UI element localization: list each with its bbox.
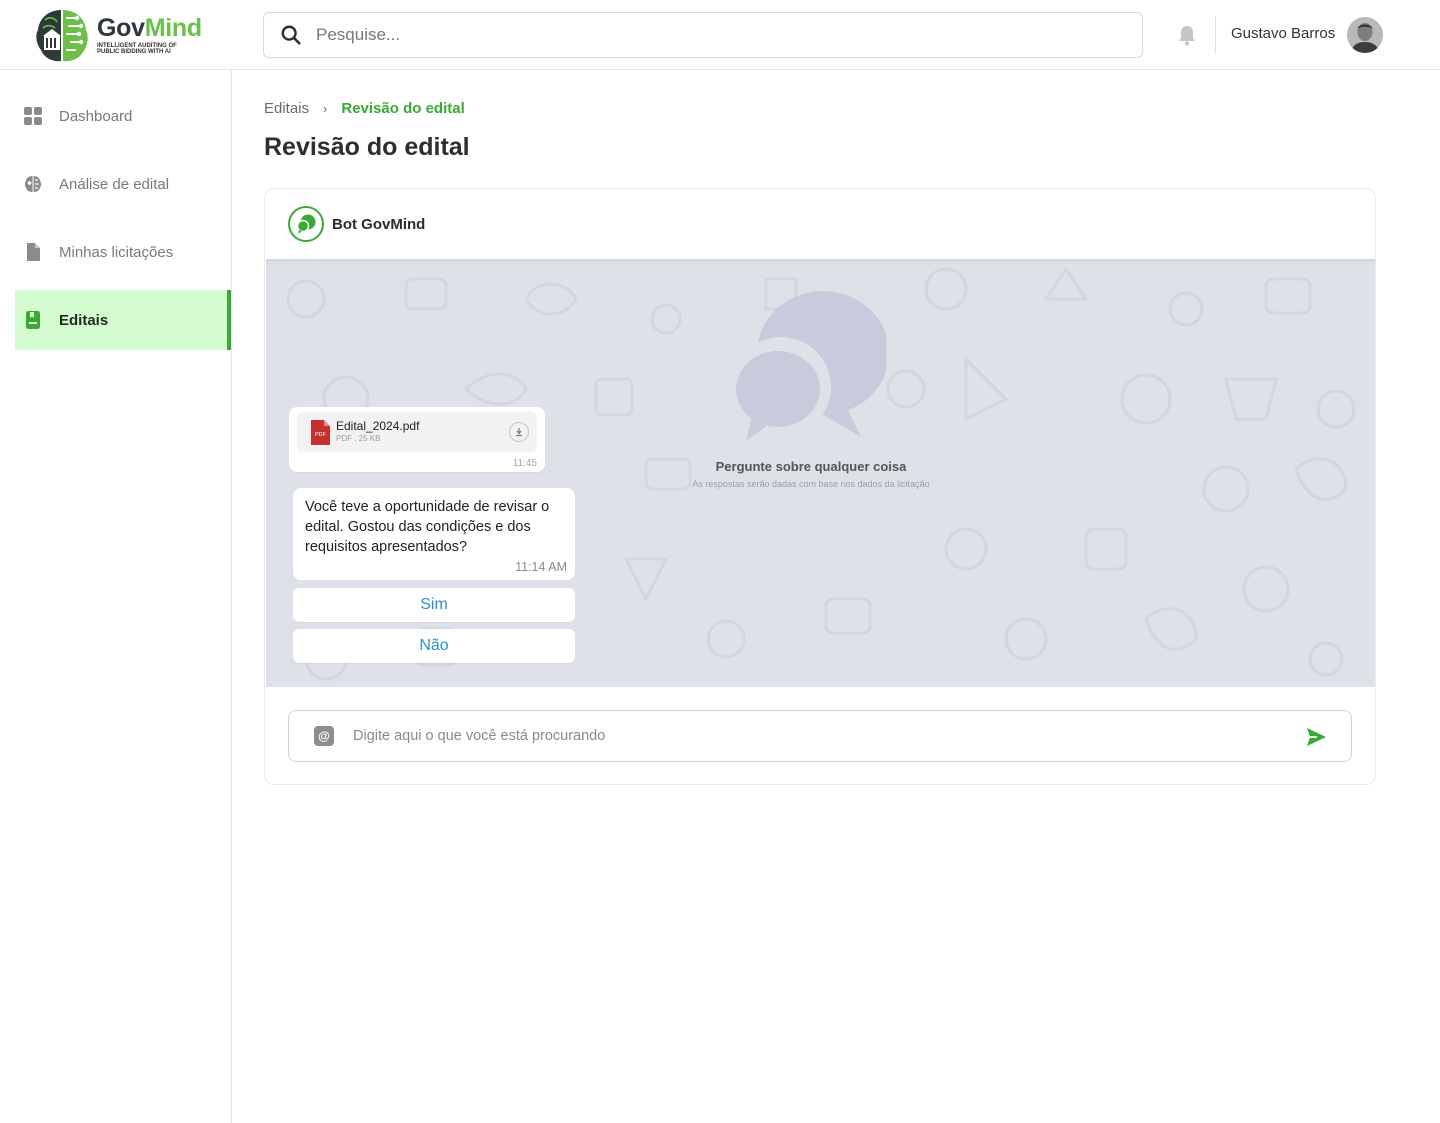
file-message-time: 11:45 xyxy=(512,458,537,469)
file-info: PDF . 25 KB xyxy=(336,434,381,443)
file-attachment[interactable]: PDF Edital_2024.pdf PDF . 25 KB xyxy=(297,412,537,452)
empty-state-subtitle: As respostas serão dadas com base nos da… xyxy=(692,479,930,489)
chevron-right-icon: › xyxy=(323,101,328,116)
bot-message-bubble: Você teve a oportunidade de revisar o ed… xyxy=(293,488,575,580)
send-icon[interactable] xyxy=(1305,726,1327,748)
search-bar[interactable] xyxy=(263,12,1143,58)
document-icon xyxy=(27,243,40,261)
chat-card: Bot GovMind Pergunte sobre qualquer cois… xyxy=(264,188,1376,785)
avatar[interactable] xyxy=(1347,17,1383,53)
chat-empty-state: Pergunte sobre qualquer coisa As respost… xyxy=(266,259,1375,687)
brain-icon xyxy=(24,176,42,192)
bot-message-text: Você teve a oportunidade de revisar o ed… xyxy=(305,499,550,555)
sidebar-item-dashboard[interactable]: Dashboard xyxy=(15,86,231,146)
header-divider xyxy=(1215,16,1216,54)
sidebar-item-label: Minhas licitações xyxy=(59,243,174,261)
breadcrumb: Editais › Revisão do edital xyxy=(264,100,465,117)
book-icon xyxy=(26,311,40,329)
at-sign-glyph: @ xyxy=(318,729,330,743)
bot-name: Bot GovMind xyxy=(332,215,426,233)
sidebar-item-label: Análise de edital xyxy=(59,175,170,193)
breadcrumb-editais-link[interactable]: Editais xyxy=(264,100,309,117)
page-title: Revisão do edital xyxy=(264,133,470,161)
pdf-file-icon: PDF xyxy=(311,419,330,445)
at-sign-icon[interactable]: @ xyxy=(314,726,334,746)
download-icon xyxy=(516,428,522,437)
breadcrumb-current: Revisão do edital xyxy=(341,100,465,117)
grid-icon xyxy=(24,107,42,125)
brain-logo-icon xyxy=(35,8,89,62)
download-button[interactable] xyxy=(509,422,529,442)
search-input[interactable] xyxy=(316,25,1096,45)
sidebar-item-minhas-licitacoes[interactable]: Minhas licitações xyxy=(15,222,231,282)
file-message-bubble: PDF Edital_2024.pdf PDF . 25 KB 11:45 xyxy=(289,407,545,472)
user-photo-icon xyxy=(1347,17,1383,53)
chat-bubbles-icon xyxy=(296,214,316,234)
pdf-icon-label: PDF xyxy=(315,432,327,438)
message-input-bar[interactable]: @ xyxy=(288,710,1352,762)
reply-nao-button[interactable]: Não xyxy=(293,629,575,663)
empty-state-title: Pergunte sobre qualquer coisa xyxy=(715,459,907,474)
sidebar-item-analise-de-edital[interactable]: Análise de edital xyxy=(15,154,231,214)
sidebar-item-label: Dashboard xyxy=(59,107,133,125)
top-header: GovMind INTELLIGENT AUDITING OF PUBLIC B… xyxy=(0,0,1440,70)
reply-sim-button[interactable]: Sim xyxy=(293,588,575,622)
sidebar-item-editais[interactable]: Editais xyxy=(15,290,231,350)
user-name[interactable]: Gustavo Barros xyxy=(1231,25,1335,42)
govmind-logo[interactable]: GovMind INTELLIGENT AUDITING OF PUBLIC B… xyxy=(33,6,213,64)
bell-icon[interactable] xyxy=(1177,24,1197,46)
chat-bubbles-icon xyxy=(731,291,886,441)
sidebar-item-label: Editais xyxy=(59,311,109,329)
bot-message-time: 11:14 AM xyxy=(515,560,567,574)
chat-messages-area[interactable]: Pergunte sobre qualquer coisa As respost… xyxy=(266,259,1375,687)
search-icon xyxy=(281,25,301,45)
sidebar: Dashboard Análise de edital Minhas licit… xyxy=(0,70,232,1123)
file-name: Edital_2024.pdf xyxy=(336,419,420,433)
chat-header: Bot GovMind xyxy=(265,189,1375,259)
logo-tagline: INTELLIGENT AUDITING OF PUBLIC BIDDING W… xyxy=(97,42,177,56)
bot-avatar xyxy=(288,206,324,242)
logo-name: GovMind xyxy=(97,13,202,42)
message-input[interactable] xyxy=(353,728,1253,744)
